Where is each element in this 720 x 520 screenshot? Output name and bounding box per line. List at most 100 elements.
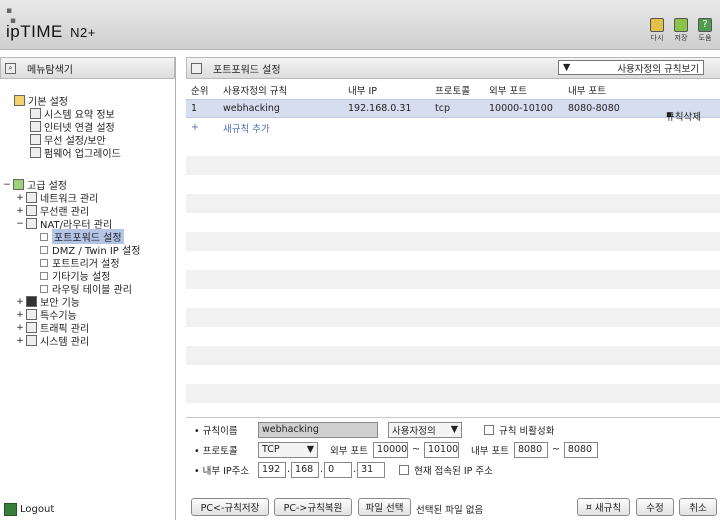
col-rank: 순위 (191, 86, 209, 97)
empty-row (186, 384, 720, 403)
col-rule-name: 사용자정의 규칙 (223, 86, 288, 97)
help-button[interactable]: ? 도움 (696, 18, 714, 43)
dropdown-arrow-icon: ▼ (450, 424, 458, 435)
empty-row (186, 308, 720, 327)
new-rule-button[interactable]: ¤ 새규칙 (577, 498, 630, 516)
expand-icon[interactable]: + (16, 310, 24, 320)
col-external-port: 외부 포트 (489, 86, 527, 97)
expand-icon[interactable]: + (16, 323, 24, 333)
expand-icon[interactable]: + (16, 336, 24, 346)
traffic-icon (26, 322, 37, 333)
table-row[interactable]: 1 webhacking 192.168.0.31 tcp 10000-1010… (186, 99, 720, 123)
new-rule-label: 새규칙 (594, 503, 622, 514)
col-protocol: 프로토콜 (435, 86, 470, 97)
ip-octet-2[interactable]: 168 (291, 461, 320, 478)
rule-name-label: • 규칙이름 (194, 425, 238, 437)
internal-port-from-input[interactable]: 8080 (513, 441, 548, 458)
rule-rank: 1 (191, 103, 198, 114)
tree-system-label: 시스템 관리 (40, 337, 90, 348)
page-icon (40, 284, 48, 293)
empty-row (186, 194, 720, 213)
header-buttons: 다시 저장 ? 도움 (648, 18, 714, 43)
protocol-select[interactable]: TCP ▼ (258, 441, 318, 458)
help-label: 도움 (698, 34, 712, 42)
expand-icon[interactable]: + (16, 297, 24, 307)
logo-model: N2+ (70, 25, 96, 40)
tree-item-firmware[interactable]: 펌웨어 업그레이드 (30, 146, 121, 160)
page-icon (40, 245, 48, 254)
top-header: ▪ ▪ ipTIME N2+ 다시 저장 ? 도움 (0, 0, 720, 50)
rule-view-select[interactable]: ▼ 사용자정의 규칙보기 (558, 60, 704, 75)
rules-table-header: 순위 사용자정의 규칙 내부 IP 프로토콜 외부 포트 내부 포트 (186, 83, 720, 97)
range-tilde: ~ (551, 444, 560, 455)
ip-row: • 내부 IP주소 192 . 168 . 0 . 31 현재 접속된 IP 주… (194, 461, 493, 478)
cancel-button[interactable]: 취소 (679, 498, 717, 516)
protocol-value: TCP (262, 444, 280, 455)
button-bar: PC<-규칙저장 PC->규칙복원 파일 선택 선택된 파일 없음 ¤ 새규칙 … (186, 498, 720, 520)
logo-text: ipTIME (6, 22, 63, 41)
network-icon (26, 192, 37, 203)
folder-gear-icon (13, 179, 24, 190)
pc-restore-button[interactable]: PC->규칙복원 (274, 498, 352, 516)
ip-octet-3[interactable]: 0 (324, 461, 353, 478)
internal-port-label: 내부 포트 (470, 445, 509, 457)
internal-port-to-input[interactable]: 8080 (563, 441, 598, 458)
iptime-logo: ipTIME N2+ (6, 22, 96, 42)
protocol-row: • 프로토콜 TCP ▼ 외부 포트 10000 ~ 10100 내부 포트 80… (194, 441, 598, 458)
lock-icon (26, 296, 37, 307)
ip-label: • 내부 IP주소 (194, 465, 250, 477)
collapse-icon[interactable]: − (3, 180, 11, 190)
upgrade-icon (30, 147, 41, 158)
external-port-from-input[interactable]: 10000 (372, 441, 408, 458)
folder-gear-icon (14, 95, 25, 106)
rules-list: 1 webhacking 192.168.0.31 tcp 10000-1010… (186, 99, 720, 403)
disable-rule-label: 규칙 비활성화 (499, 425, 555, 437)
modify-button[interactable]: 수정 (636, 498, 674, 516)
rule-external-port: 10000-10100 (489, 103, 553, 114)
col-internal-ip: 내부 IP (348, 86, 378, 97)
logout-label: Logout (20, 504, 55, 515)
save-button[interactable]: 저장 (672, 18, 690, 43)
rule-type-value: 사용자정의 (392, 425, 436, 437)
rule-ip: 192.168.0.31 (348, 103, 412, 114)
plus-icon: + (191, 122, 199, 133)
ip-octet-4[interactable]: 31 (357, 461, 386, 478)
portforward-panel: 포트포워드 설정 ▼ 사용자정의 규칙보기 순위 사용자정의 규칙 내부 IP … (186, 57, 720, 520)
rule-name-input[interactable]: webhacking (258, 421, 378, 438)
disable-rule-checkbox[interactable] (484, 424, 494, 435)
rule-edit-form: • 규칙이름 webhacking 사용자정의 ▼ 규칙 비활성화 • 프로토콜 … (186, 417, 720, 483)
file-select-button[interactable]: 파일 선택 (358, 498, 411, 516)
external-port-to-input[interactable]: 10100 (423, 441, 459, 458)
tree-system[interactable]: + 시스템 관리 (16, 334, 90, 348)
range-tilde: ~ (411, 444, 420, 455)
collapse-icon[interactable]: − (16, 219, 24, 229)
pc-save-button[interactable]: PC<-규칙저장 (191, 498, 269, 516)
rule-internal-port: 8080-8080 (568, 103, 620, 114)
ip-dot: . (287, 464, 291, 475)
rule-name: webhacking (223, 103, 280, 114)
ip-dot: . (353, 464, 357, 475)
external-port-label: 외부 포트 (330, 445, 368, 457)
tree-item-label: 펌웨어 업그레이드 (44, 149, 121, 160)
window-icon (191, 62, 202, 74)
expand-icon[interactable]: + (16, 193, 24, 203)
wifi-icon (30, 134, 41, 145)
ip-dot: . (320, 464, 324, 475)
expand-icon[interactable]: + (16, 206, 24, 216)
add-rule-row[interactable]: + 새규칙 추가 (186, 118, 720, 137)
ip-octet-1[interactable]: 192 (258, 461, 286, 478)
network-icon (30, 121, 41, 132)
add-rule-label: 새규칙 추가 (223, 123, 270, 135)
logout-button[interactable]: Logout (4, 503, 54, 516)
rule-type-select[interactable]: 사용자정의 ▼ (388, 421, 462, 438)
menu-explorer: ⌕ 메뉴탐색기 기본 설정 시스템 요약 정보 인터넷 연결 설정 무선 설정/… (0, 57, 176, 520)
empty-row (186, 156, 720, 175)
menu-explorer-header: ⌕ 메뉴탐색기 (0, 57, 175, 79)
save-icon (674, 18, 688, 32)
rule-protocol: tcp (435, 103, 450, 114)
current-ip-label: 현재 접속된 IP 주소 (414, 465, 493, 477)
current-ip-checkbox[interactable] (399, 464, 410, 475)
portforward-title: 포트포워드 설정 (213, 64, 281, 76)
reload-button[interactable]: 다시 (648, 18, 666, 43)
empty-row (186, 232, 720, 251)
